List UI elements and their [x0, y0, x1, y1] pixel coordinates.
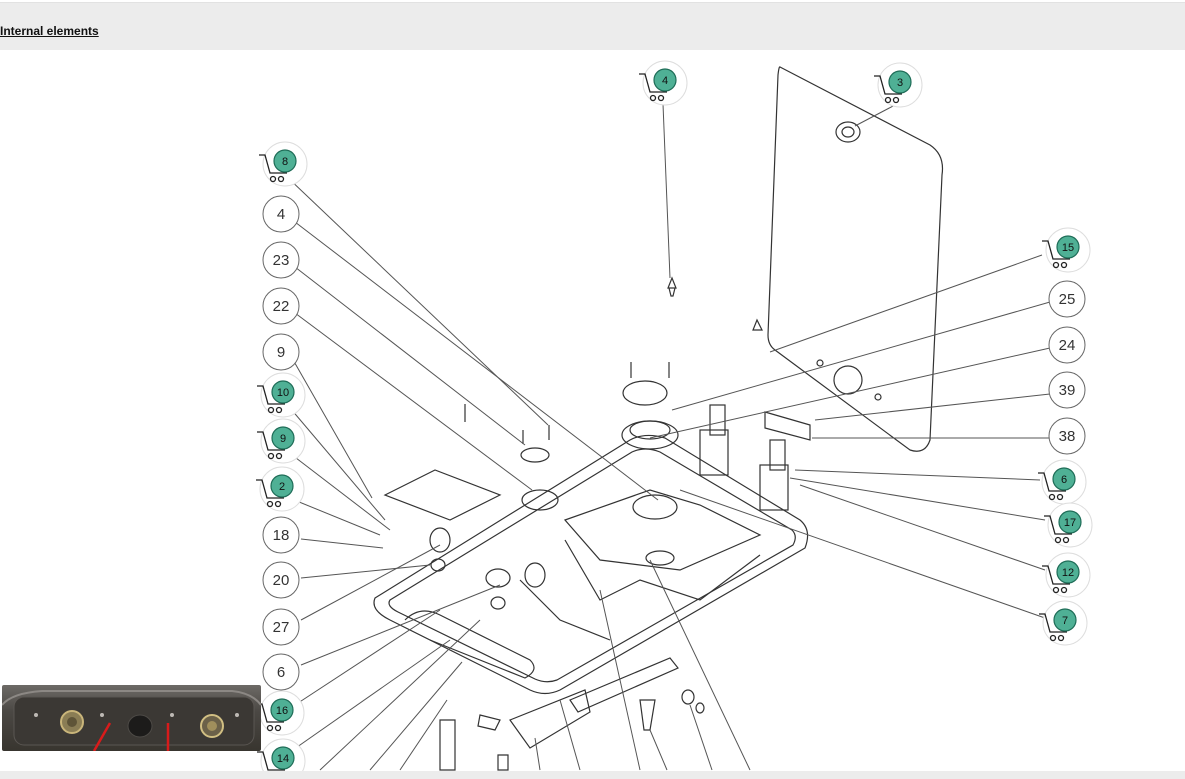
callout: 22 — [262, 287, 300, 325]
hob-control-panel-photo — [2, 685, 261, 751]
cart-hotspot-12[interactable]: 12 — [1042, 552, 1091, 598]
exploded-parts-diagram: 4 23 22 9 18 20 27 6 25 24 39 38 4 3 8 1… — [256, 60, 1093, 771]
callout: 18 — [262, 516, 300, 554]
svg-text:14: 14 — [277, 753, 289, 765]
callout: 9 — [262, 333, 300, 371]
cart-hotspot-6[interactable]: 6 — [1038, 459, 1087, 505]
svg-text:3: 3 — [897, 77, 903, 89]
pan-support — [563, 489, 762, 571]
svg-text:20: 20 — [273, 572, 290, 589]
callout: 27 — [262, 608, 300, 646]
screw-top — [667, 276, 677, 297]
svg-text:39: 39 — [1059, 382, 1076, 399]
callout: 24 — [1048, 326, 1086, 364]
cart-hotspot-2[interactable]: 2 — [256, 466, 305, 512]
svg-text:22: 22 — [273, 298, 290, 315]
callout: 4 — [262, 195, 300, 233]
svg-text:23: 23 — [273, 252, 290, 269]
cart-hotspot-10[interactable]: 10 — [257, 372, 306, 418]
burner-medium — [632, 494, 678, 520]
cart-hotspot-14[interactable]: 14 — [257, 738, 306, 771]
burner-cap — [622, 380, 668, 406]
svg-text:17: 17 — [1064, 517, 1076, 529]
svg-text:38: 38 — [1059, 428, 1076, 445]
footer-bar — [0, 771, 1185, 779]
svg-text:4: 4 — [662, 75, 668, 87]
callout: 6 — [262, 653, 300, 691]
svg-text:4: 4 — [277, 206, 285, 223]
cart-hotspot-17[interactable]: 17 — [1044, 502, 1093, 548]
svg-text:6: 6 — [277, 664, 285, 681]
hob-drain — [404, 610, 535, 679]
callout: 23 — [262, 241, 300, 279]
cart-hotspot-7[interactable]: 7 — [1039, 600, 1088, 646]
svg-text:9: 9 — [280, 433, 286, 445]
cart-hotspot-8[interactable]: 8 — [259, 141, 308, 187]
svg-text:10: 10 — [277, 387, 289, 399]
hob-tray — [373, 434, 809, 695]
svg-text:24: 24 — [1059, 337, 1076, 354]
svg-text:7: 7 — [1062, 615, 1068, 627]
cart-hotspot-3[interactable]: 3 — [874, 62, 923, 108]
svg-text:12: 12 — [1062, 567, 1074, 579]
hinge-right — [759, 464, 789, 511]
svg-text:6: 6 — [1061, 474, 1067, 486]
cart-hotspot-4[interactable]: 4 — [639, 60, 688, 106]
svg-text:18: 18 — [273, 527, 290, 544]
svg-text:16: 16 — [276, 705, 288, 717]
svg-text:27: 27 — [273, 619, 290, 636]
callout: 38 — [1048, 417, 1086, 455]
control-strip — [569, 657, 679, 713]
svg-text:2: 2 — [279, 481, 285, 493]
svg-text:25: 25 — [1059, 291, 1076, 308]
lid-badge — [833, 365, 863, 395]
section-header: Internal elements — [0, 2, 1185, 50]
gasket — [383, 469, 502, 521]
cart-hotspot-16[interactable]: 16 — [256, 690, 305, 736]
leader-lines — [281, 103, 1051, 771]
cart-hotspot-9[interactable]: 9 — [257, 418, 306, 464]
svg-text:15: 15 — [1062, 242, 1074, 254]
internal-elements-link[interactable]: Internal elements — [0, 24, 99, 38]
callout: 20 — [262, 561, 300, 599]
svg-text:8: 8 — [282, 156, 288, 168]
svg-text:9: 9 — [277, 344, 285, 361]
callout: 39 — [1048, 371, 1086, 409]
callout: 25 — [1048, 280, 1086, 318]
cart-hotspot-15[interactable]: 15 — [1042, 227, 1091, 273]
